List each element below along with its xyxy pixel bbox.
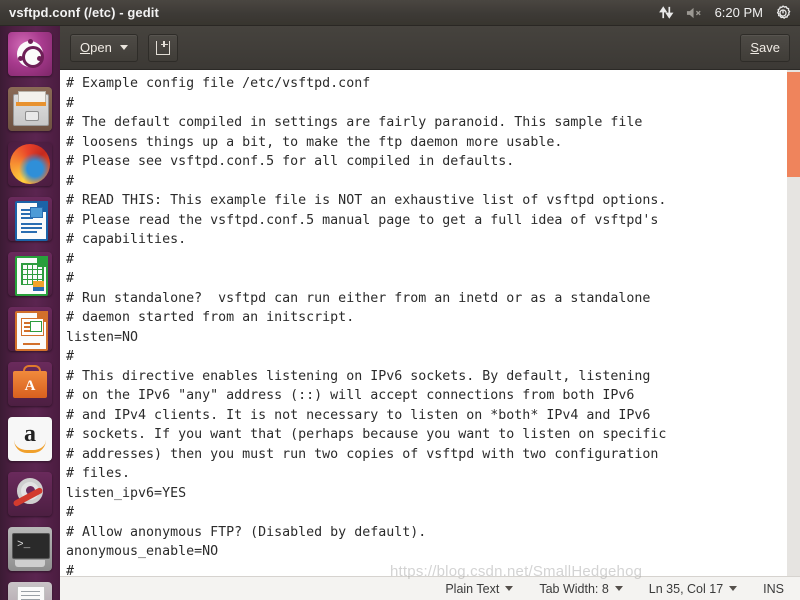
terminal-icon: >_ [8, 526, 52, 571]
top-panel: vsftpd.conf (/etc) - gedit 6:20 PM [0, 0, 800, 26]
status-bar: https://blog.csdn.net/SmallHedgehog Plai… [60, 563, 800, 600]
volume-muted-icon[interactable] [686, 6, 703, 20]
chevron-down-icon [119, 45, 128, 50]
libreoffice-writer-icon [8, 196, 52, 241]
unity-launcher: A a >_ [0, 26, 60, 600]
launcher-item-ubuntu-software[interactable]: A [0, 356, 60, 411]
launcher-item-terminal[interactable]: >_ [0, 521, 60, 576]
window-title: vsftpd.conf (/etc) - gedit [9, 5, 159, 20]
gedit-window: Open Save # Example config file /etc/vsf… [60, 26, 800, 600]
new-document-button[interactable] [147, 33, 178, 62]
insert-mode-label: INS [763, 581, 784, 596]
ubuntu-software-icon: A [8, 361, 52, 406]
launcher-item-ubuntu-dash[interactable] [0, 26, 60, 81]
launcher-item-gedit[interactable] [0, 576, 60, 600]
amazon-icon: a [8, 416, 52, 461]
firefox-icon [8, 141, 52, 186]
cursor-position-label: Ln 35, Col 17 [648, 581, 724, 596]
tab-width-selector[interactable]: Tab Width: 8 [539, 581, 623, 596]
launcher-item-libreoffice-writer[interactable] [0, 191, 60, 246]
desktop-screen: vsftpd.conf (/etc) - gedit 6:20 PM A a >… [0, 0, 800, 600]
gedit-icon [8, 581, 52, 600]
open-button-label: Open [80, 40, 112, 55]
insert-mode-indicator[interactable]: INS [763, 582, 784, 596]
chevron-down-icon [505, 586, 514, 591]
launcher-item-libreoffice-calc[interactable] [0, 246, 60, 301]
launcher-item-firefox[interactable] [0, 136, 60, 191]
launcher-item-files[interactable] [0, 81, 60, 136]
open-button[interactable]: Open [70, 33, 138, 62]
vertical-scrollbar[interactable] [787, 70, 800, 576]
chevron-down-icon [614, 586, 623, 591]
language-label: Plain Text [445, 581, 500, 596]
tab-width-label: Tab Width: 8 [539, 581, 609, 596]
ubuntu-dash-icon [8, 31, 52, 76]
editor-area: # Example config file /etc/vsftpd.conf #… [60, 70, 800, 576]
gedit-toolbar: Open Save [60, 26, 800, 70]
libreoffice-calc-icon [8, 251, 52, 296]
chevron-down-icon [729, 586, 738, 591]
system-tray: 6:20 PM [658, 4, 800, 21]
libreoffice-impress-icon [8, 306, 52, 351]
network-up-down-arrows-icon[interactable] [658, 5, 674, 20]
gear-power-icon[interactable] [775, 4, 791, 21]
system-settings-icon [8, 471, 52, 516]
new-document-icon [155, 40, 170, 55]
launcher-item-libreoffice-impress[interactable] [0, 301, 60, 356]
save-button-label: Save [750, 40, 780, 55]
files-icon [8, 86, 52, 131]
clock[interactable]: 6:20 PM [715, 5, 763, 20]
language-selector[interactable]: Plain Text [445, 581, 514, 596]
launcher-item-amazon[interactable]: a [0, 411, 60, 466]
launcher-item-system-settings[interactable] [0, 466, 60, 521]
scrollbar-thumb[interactable] [787, 72, 800, 177]
text-editor[interactable]: # Example config file /etc/vsftpd.conf #… [60, 70, 800, 576]
save-button[interactable]: Save [740, 33, 790, 62]
cursor-position[interactable]: Ln 35, Col 17 [648, 581, 738, 596]
